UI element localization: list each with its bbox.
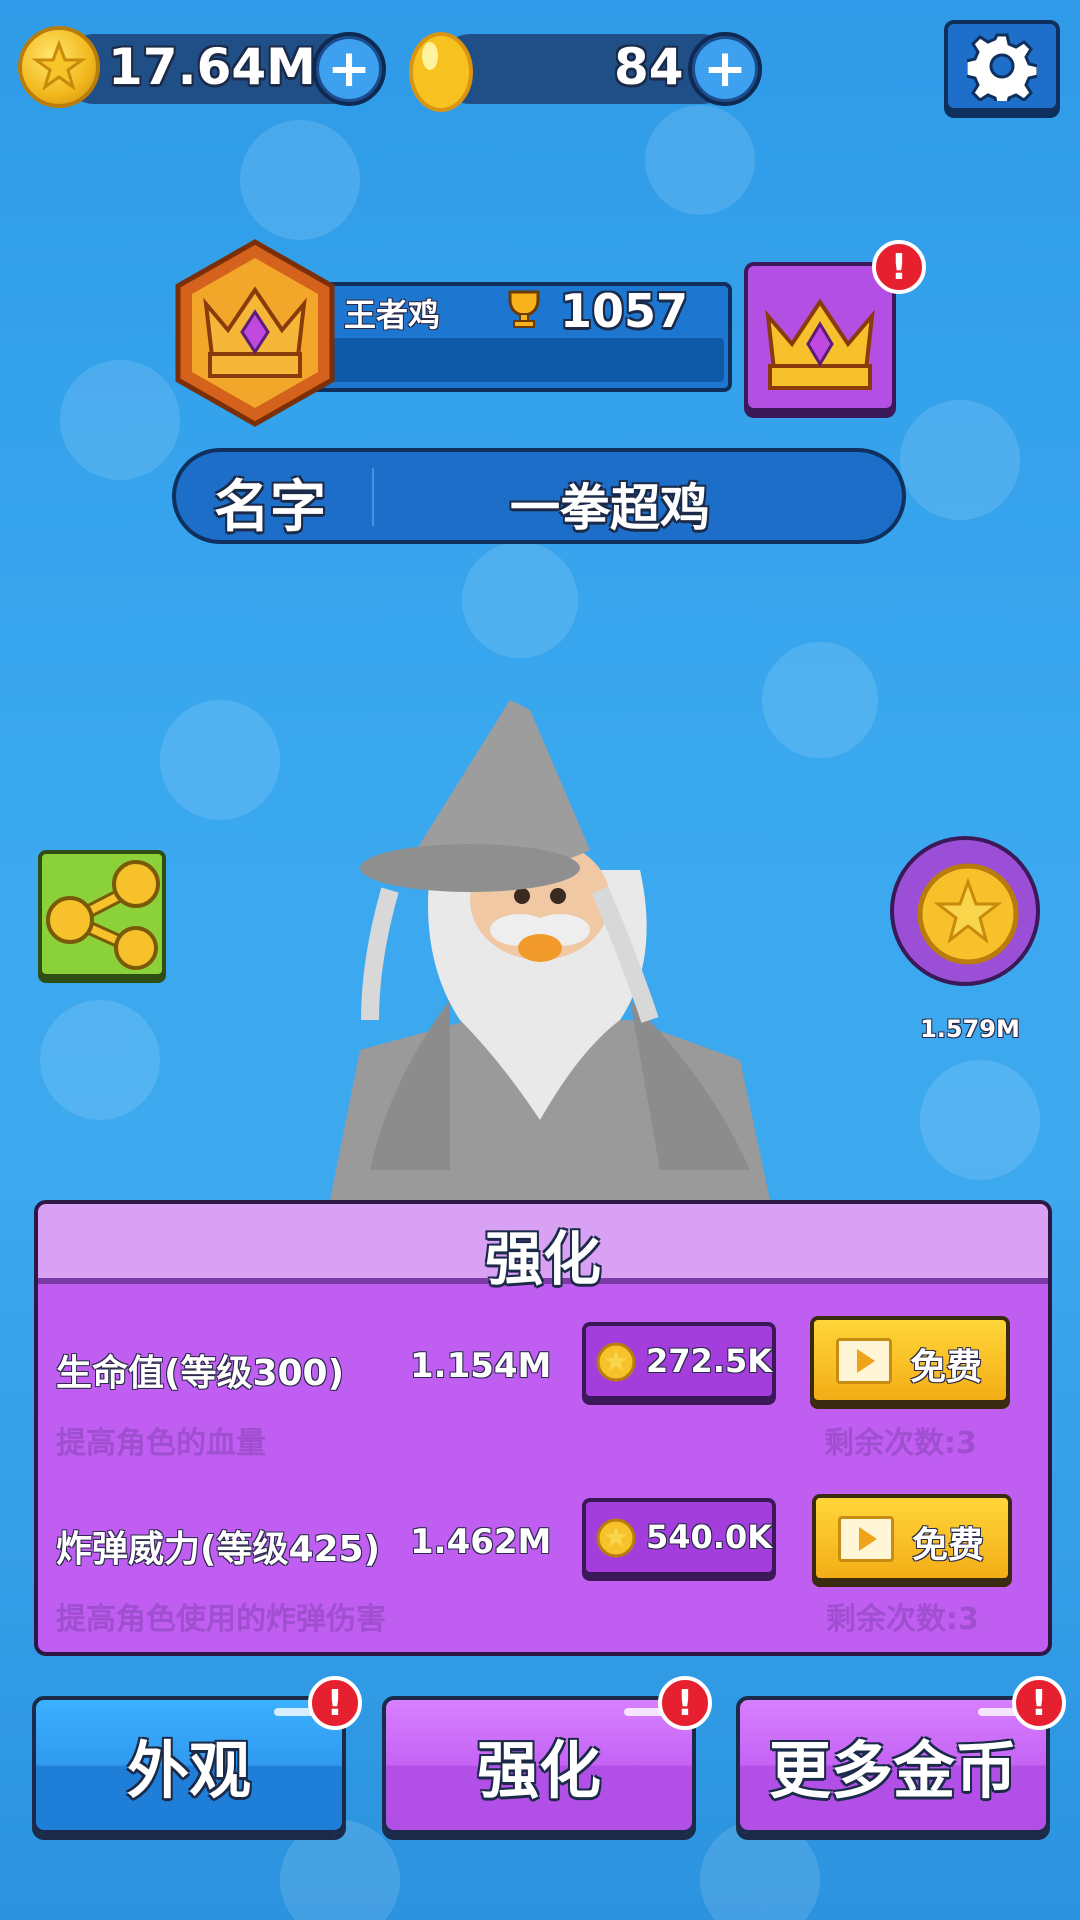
free-label: 免费 [912,1525,985,1566]
rank-rewards-alert-badge: ! [872,240,926,294]
free-label: 免费 [910,1347,983,1388]
upgrade-tab-button[interactable]: 强化 [382,1696,696,1834]
stat-name-health: 生命值(等级300) [56,1353,345,1394]
rank-rewards-button[interactable] [744,262,896,412]
upgrade-panel-title: 强化 [484,1225,601,1293]
gold-coin-icon [596,1342,636,1382]
health-remaining-count: 剩余次数:3 [824,1426,977,1461]
more-coins-button[interactable]: 更多金币 [736,1696,1050,1834]
gold-coin-icon [917,863,1019,965]
upgrade-bomb-coin-button[interactable]: 540.0K [582,1498,776,1576]
rank-progress-bar [324,338,724,382]
stat-desc-health: 提高角色的血量 [56,1426,266,1461]
gold-amount: 17.64M [108,38,316,96]
bonus-coin-value: 1.579M [920,1015,1020,1043]
upgrade-health-cost: 272.5K [646,1342,773,1380]
stat-value-bomb: 1.462M [410,1522,552,1562]
egg-amount: 84 [614,38,684,96]
add-gold-button[interactable]: + [312,32,386,106]
share-button[interactable] [38,850,166,978]
upgrade-panel: 强化 生命值(等级300) 1.154M 提高角色的血量 272.5K 免费 剩… [34,1200,1052,1656]
more-coins-alert-badge: ! [1012,1676,1066,1730]
upgrade-health-free-button[interactable]: 免费 [810,1316,1010,1404]
name-label: 名字 [214,475,326,540]
appearance-label: 外观 [126,1734,251,1807]
gold-coin-icon [596,1518,636,1558]
bonus-coin-button[interactable] [890,836,1040,986]
share-icon [46,860,160,970]
appearance-button[interactable]: 外观 [32,1696,346,1834]
rank-title: 王者鸡 [344,296,441,334]
stat-value-health: 1.154M [410,1346,552,1386]
more-coins-label: 更多金币 [768,1734,1017,1807]
trophy-icon [502,288,546,330]
add-eggs-button[interactable]: + [688,32,762,106]
settings-button[interactable] [944,20,1060,112]
rank-badge-icon [170,238,340,428]
trophy-count: 1057 [560,284,689,338]
video-play-icon [838,1516,894,1562]
video-play-icon [836,1338,892,1384]
gear-icon [967,33,1037,101]
stat-desc-bomb: 提高角色使用的炸弹伤害 [56,1602,386,1637]
upgrade-bomb-free-button[interactable]: 免费 [812,1494,1012,1582]
upgrade-health-coin-button[interactable]: 272.5K [582,1322,776,1400]
golden-egg-icon [406,26,476,114]
upgrade-tab-label: 强化 [476,1734,601,1807]
name-divider [372,468,374,526]
wizard-character [330,700,770,1200]
player-name: 一拳超鸡 [510,479,710,537]
upgrade-bomb-cost: 540.0K [646,1518,773,1556]
crown-icon [765,298,875,390]
gold-coin-icon [18,26,100,108]
stat-name-bomb: 炸弹威力(等级425) [56,1529,381,1570]
bomb-remaining-count: 剩余次数:3 [826,1602,979,1637]
appearance-alert-badge: ! [308,1676,362,1730]
upgrade-alert-badge: ! [658,1676,712,1730]
